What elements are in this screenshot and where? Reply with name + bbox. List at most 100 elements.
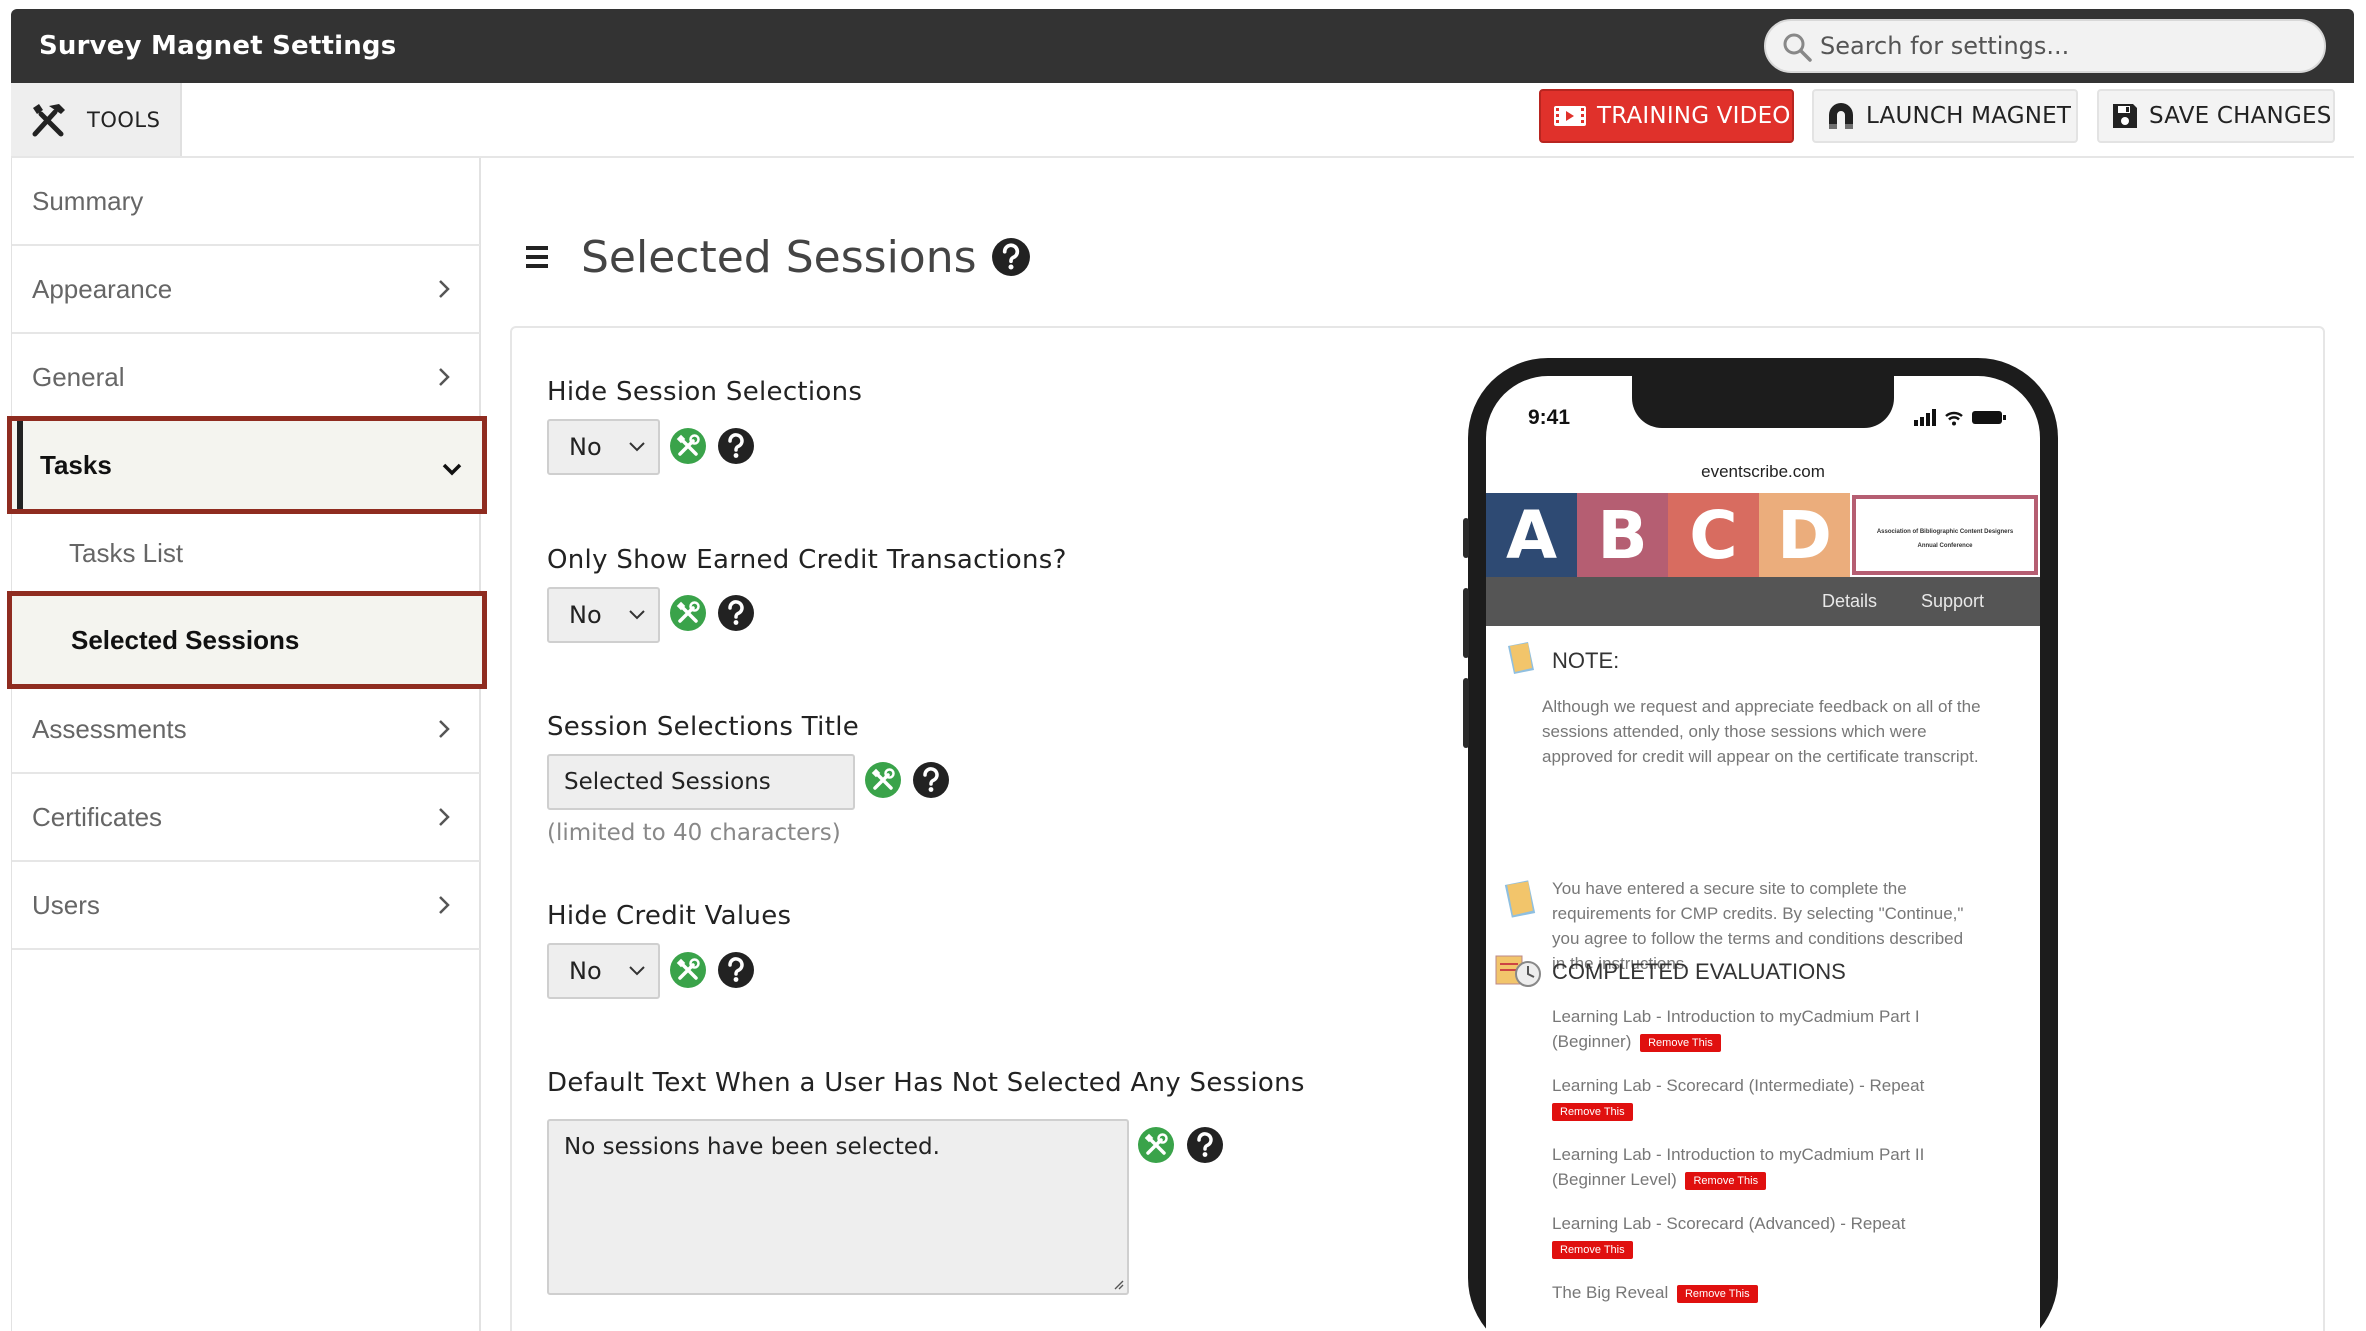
hide-credit-values-label: Hide Credit Values <box>547 901 792 931</box>
banner-org: Association of Bibliographic Content Des… <box>1876 529 2014 535</box>
sidebar-item-selected-sessions[interactable]: Selected Sessions <box>7 591 487 689</box>
sidebar-item-label: Appearance <box>32 273 173 304</box>
question-circle-icon[interactable] <box>717 427 755 465</box>
evaluation-item: Learning Lab - Scorecard (Advanced) - Re… <box>1552 1211 1992 1261</box>
preview-note-title: NOTE: <box>1552 648 1620 673</box>
chevron-down-icon <box>629 966 645 976</box>
hide-session-selections-select[interactable]: No <box>547 419 660 475</box>
page-title: Selected Sessions <box>581 231 977 283</box>
top-bar: Survey Magnet Settings <box>11 9 2354 83</box>
remove-this-button[interactable]: Remove This <box>1640 1033 1721 1052</box>
hide-credit-values-select[interactable]: No <box>547 943 660 999</box>
evaluation-title: Learning Lab - Introduction to myCadmium… <box>1552 1007 1920 1051</box>
search-box[interactable] <box>1764 19 2326 73</box>
preview-banner: A B C D Association of Bibliographic Con… <box>1486 493 2040 577</box>
resize-grip-icon[interactable] <box>1112 1278 1124 1290</box>
hamburger-menu-icon[interactable] <box>526 246 548 268</box>
preview-evaluations-title: COMPLETED EVALUATIONS <box>1552 959 1846 984</box>
chevron-right-icon <box>439 720 450 738</box>
sidebar-item-label: Selected Sessions <box>71 624 300 655</box>
remove-this-button[interactable]: Remove This <box>1685 1171 1767 1190</box>
tools-tab[interactable]: TOOLS <box>11 83 182 156</box>
remove-this-button[interactable]: Remove This <box>1552 1102 1633 1121</box>
page-header: Selected Sessions <box>526 222 1031 292</box>
training-video-button[interactable]: TRAINING VIDEO <box>1539 89 1794 143</box>
sidebar: Summary Appearance General Tasks Tasks L… <box>7 158 487 1331</box>
banner-letter: D <box>1759 493 1850 577</box>
sidebar-item-general[interactable]: General <box>12 334 480 422</box>
banner-letter: C <box>1668 493 1759 577</box>
select-value: No <box>569 957 602 985</box>
floppy-disk-icon <box>2113 104 2137 128</box>
developer-tools-icon[interactable] <box>669 951 707 989</box>
chevron-down-icon <box>629 442 645 452</box>
developer-tools-icon[interactable] <box>864 761 902 799</box>
chevron-right-icon <box>439 808 450 826</box>
toolbar: TOOLS TRAINING VIDEO LAUNCH MAGNET SAVE … <box>11 83 2354 158</box>
preview-nav-details[interactable]: Details <box>1822 591 1877 612</box>
magnet-icon <box>1829 103 1853 129</box>
active-indicator <box>17 421 23 509</box>
phone-side-button <box>1463 518 1469 558</box>
question-circle-icon[interactable] <box>717 951 755 989</box>
save-changes-button[interactable]: SAVE CHANGES <box>2097 89 2335 143</box>
question-circle-icon[interactable] <box>912 761 950 799</box>
phone-notch <box>1632 376 1894 428</box>
evaluation-title: The Big Reveal <box>1552 1283 1669 1302</box>
search-icon <box>1783 33 1812 62</box>
developer-tools-icon[interactable] <box>669 427 707 465</box>
preview-domain: eventscribe.com <box>1701 462 1825 481</box>
sidebar-item-tasks[interactable]: Tasks <box>7 416 487 514</box>
phone-side-button <box>1463 588 1469 658</box>
tools-label: TOOLS <box>87 107 161 132</box>
sidebar-item-label: Summary <box>32 185 144 216</box>
remove-this-button[interactable]: Remove This <box>1676 1284 1758 1303</box>
preview-note-text: Although we request and appreciate feedb… <box>1542 697 1981 766</box>
phone-side-button <box>1463 678 1469 748</box>
evaluation-title: Learning Lab - Scorecard (Intermediate) … <box>1552 1076 1925 1095</box>
default-text-textarea[interactable]: No sessions have been selected. <box>547 1119 1129 1295</box>
sidebar-item-label: Certificates <box>32 801 163 832</box>
evaluation-item: The Big Reveal Remove This <box>1552 1280 1992 1305</box>
sidebar-item-label: Tasks List <box>69 537 184 568</box>
select-value: No <box>569 433 602 461</box>
only-earned-credit-select[interactable]: No <box>547 587 660 643</box>
sidebar-item-users[interactable]: Users <box>12 862 480 950</box>
chevron-right-icon <box>439 368 450 386</box>
question-circle-icon[interactable] <box>1186 1126 1224 1164</box>
sidebar-item-label: Tasks <box>40 449 112 480</box>
chevron-right-icon <box>439 280 450 298</box>
select-value: No <box>569 601 602 629</box>
evaluation-item: Learning Lab - Introduction to myCadmium… <box>1552 1004 1992 1054</box>
status-icons <box>1914 409 2006 426</box>
developer-tools-icon[interactable] <box>669 594 707 632</box>
chevron-down-icon <box>629 610 645 620</box>
developer-tools-icon[interactable] <box>1137 1126 1175 1164</box>
evaluation-item: Learning Lab - Scorecard (Intermediate) … <box>1552 1073 1992 1123</box>
question-circle-icon[interactable] <box>991 237 1031 277</box>
training-video-label: TRAINING VIDEO <box>1597 103 1791 129</box>
remove-this-button[interactable]: Remove This <box>1552 1240 1633 1259</box>
character-limit-hint: (limited to 40 characters) <box>547 820 841 846</box>
question-circle-icon[interactable] <box>717 594 755 632</box>
sidebar-item-assessments[interactable]: Assessments <box>12 686 480 774</box>
status-time: 9:41 <box>1528 406 1571 429</box>
session-selections-title-input[interactable]: Selected Sessions <box>547 754 855 810</box>
banner-event: Annual Conference <box>1917 543 1973 549</box>
search-input[interactable] <box>1820 27 2310 65</box>
sidebar-item-certificates[interactable]: Certificates <box>12 774 480 862</box>
preview-nav-support[interactable]: Support <box>1921 591 1984 612</box>
launch-magnet-button[interactable]: LAUNCH MAGNET <box>1812 89 2078 143</box>
evaluation-title: Learning Lab - Scorecard (Advanced) - Re… <box>1552 1214 1906 1233</box>
sidebar-item-summary[interactable]: Summary <box>12 158 480 246</box>
banner-org-box: Association of Bibliographic Content Des… <box>1852 495 2038 575</box>
sidebar-item-appearance[interactable]: Appearance <box>12 246 480 334</box>
chevron-right-icon <box>439 896 450 914</box>
banner-letter: A <box>1486 493 1577 577</box>
notebook-icon <box>1508 642 1534 674</box>
sidebar-item-tasks-list[interactable]: Tasks List <box>12 510 480 598</box>
app-title: Survey Magnet Settings <box>39 31 397 61</box>
launch-magnet-label: LAUNCH MAGNET <box>1866 103 2072 129</box>
tools-icon <box>32 103 65 136</box>
preview-nav: Details Support <box>1486 577 2040 626</box>
